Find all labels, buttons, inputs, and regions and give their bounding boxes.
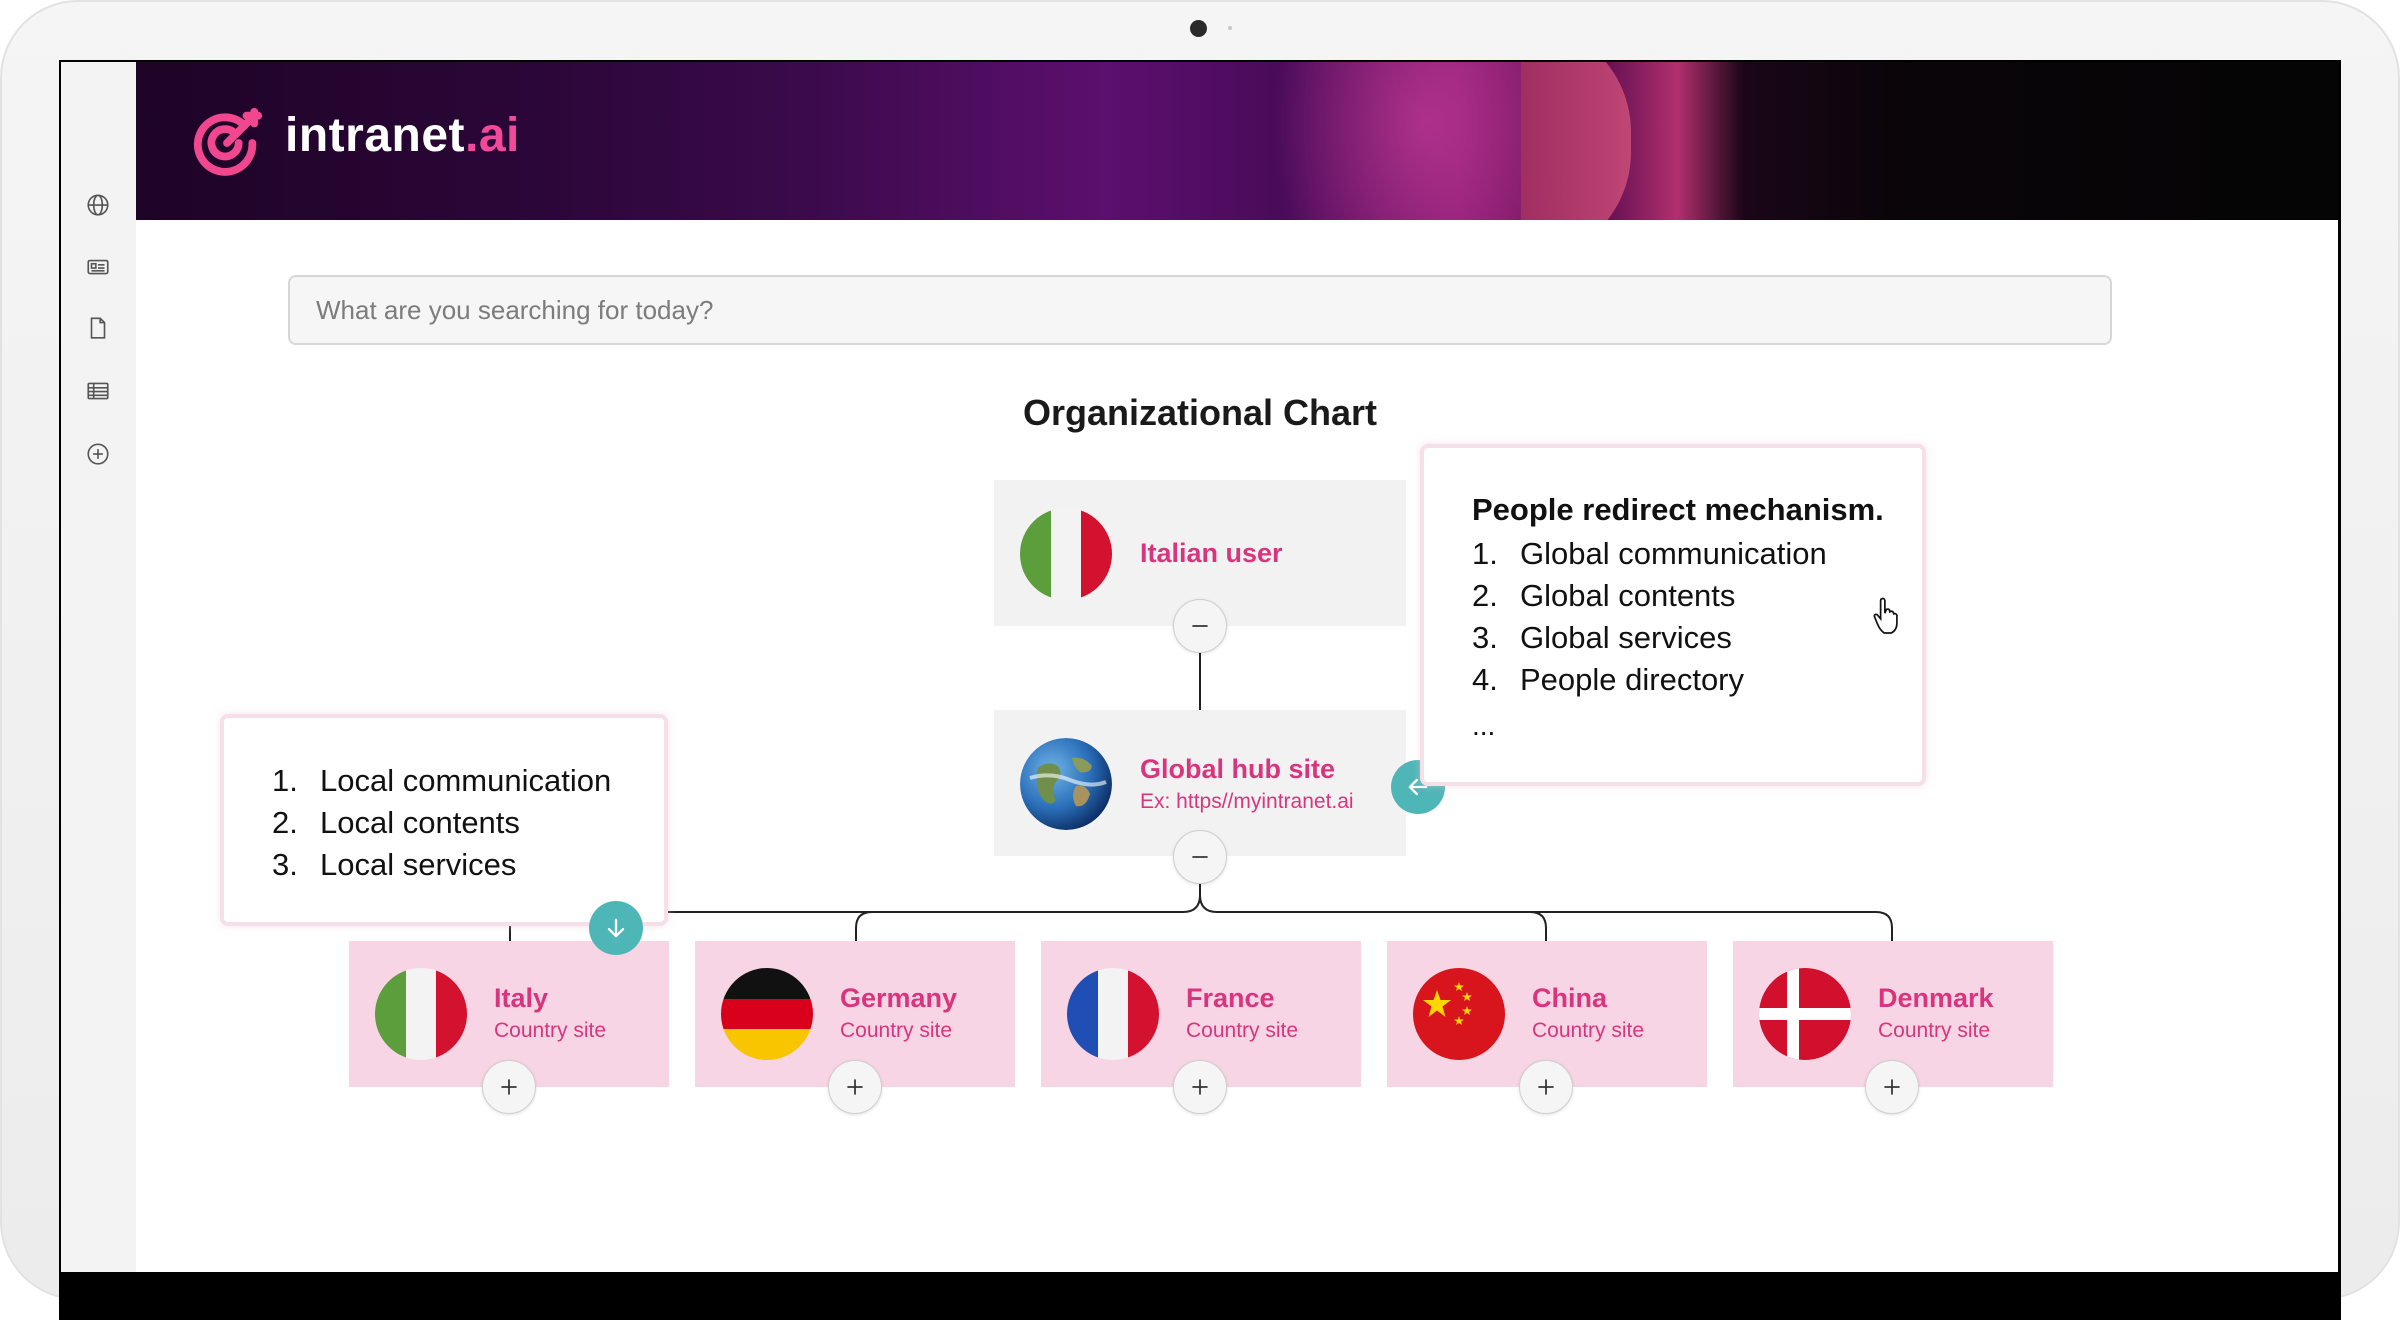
plus-icon xyxy=(1538,1079,1554,1095)
collapse-hub-button[interactable] xyxy=(1173,830,1227,884)
italy-flag-icon xyxy=(1020,508,1112,600)
local-item: 3. Local services xyxy=(272,844,611,886)
plus-icon xyxy=(1192,1079,1208,1095)
expand-france-button[interactable] xyxy=(1173,1060,1227,1114)
local-item: 1. Local communication xyxy=(272,760,611,802)
country-subtitle: Country site xyxy=(494,1019,607,1042)
country-subtitle: Country site xyxy=(1532,1019,1645,1042)
plus-icon xyxy=(501,1079,517,1095)
redirect-callout: People redirect mechanism. 1. Global comm… xyxy=(1420,444,1926,786)
item-label: Local contents xyxy=(320,805,520,840)
redirect-item: 1. Global communication xyxy=(1472,533,1827,575)
hub-node-title: Global hub site xyxy=(1140,754,1336,784)
country-subtitle: Country site xyxy=(1878,1019,1991,1042)
collapse-user-button[interactable] xyxy=(1173,599,1227,653)
country-subtitle: Country site xyxy=(840,1019,953,1042)
minus-icon xyxy=(1192,625,1208,627)
redirect-callout-title: People redirect mechanism. xyxy=(1472,492,1884,527)
country-subtitle: Country site xyxy=(1186,1019,1299,1042)
local-item: 2. Local contents xyxy=(272,802,611,844)
item-number: 2. xyxy=(272,805,298,840)
item-label: People directory xyxy=(1520,662,1745,697)
expand-denmark-button[interactable] xyxy=(1865,1060,1919,1114)
redirect-down-button[interactable] xyxy=(589,901,643,955)
redirect-item: 3. Global services xyxy=(1472,617,1827,659)
china-flag-icon xyxy=(1413,968,1505,1060)
item-number: 4. xyxy=(1472,662,1498,697)
country-title: Denmark xyxy=(1878,983,1994,1013)
local-callout: 1. Local communication 2. Local contents 3… xyxy=(220,714,668,926)
globe-earth-icon xyxy=(1020,738,1112,830)
item-number: 3. xyxy=(272,847,298,882)
more-ellipsis: ... xyxy=(1472,710,1496,741)
italy-flag-icon xyxy=(375,968,467,1060)
germany-flag-icon xyxy=(721,968,813,1060)
redirect-list: 1. Global communication 2. Global contents… xyxy=(1472,533,1827,701)
expand-germany-button[interactable] xyxy=(828,1060,882,1114)
france-flag-icon xyxy=(1067,968,1159,1060)
arrow-down-icon xyxy=(607,918,625,938)
item-number: 1. xyxy=(272,763,298,798)
local-list: 1. Local communication 2. Local contents 3… xyxy=(272,760,611,886)
item-label: Global communication xyxy=(1520,536,1827,571)
redirect-item: 4. People directory xyxy=(1472,659,1827,701)
item-label: Local services xyxy=(320,847,517,882)
country-title: France xyxy=(1186,983,1275,1013)
plus-icon xyxy=(847,1079,863,1095)
item-number: 2. xyxy=(1472,578,1498,613)
item-label: Local communication xyxy=(320,763,612,798)
hand-cursor-icon xyxy=(1873,597,1898,634)
minus-icon xyxy=(1192,856,1208,858)
expand-china-button[interactable] xyxy=(1519,1060,1573,1114)
expand-italy-button[interactable] xyxy=(482,1060,536,1114)
country-title: Italy xyxy=(494,983,549,1013)
country-title: Germany xyxy=(840,983,958,1013)
country-title: China xyxy=(1532,983,1608,1013)
hub-node-url: Ex: https//myintranet.ai xyxy=(1140,790,1354,813)
item-label: Global services xyxy=(1520,620,1732,655)
item-number: 1. xyxy=(1472,536,1498,571)
item-label: Global contents xyxy=(1520,578,1736,613)
item-number: 3. xyxy=(1472,620,1498,655)
redirect-item: 2. Global contents xyxy=(1472,575,1827,617)
user-node-title: Italian user xyxy=(1140,538,1283,568)
denmark-flag-icon xyxy=(1759,968,1851,1060)
plus-icon xyxy=(1884,1079,1900,1095)
